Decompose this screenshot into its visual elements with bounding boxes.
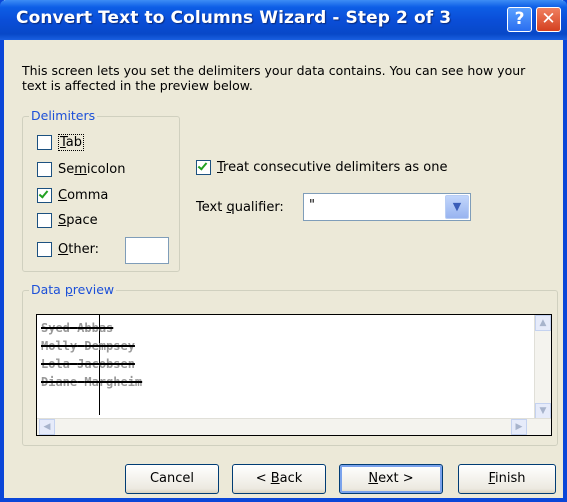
other-delimiter-input[interactable]: [125, 237, 169, 264]
text-qualifier-label: Text qualifier:: [196, 200, 284, 215]
consecutive-checkbox[interactable]: [196, 160, 211, 175]
chevron-down-icon[interactable]: ▼: [445, 195, 469, 219]
scroll-down-icon[interactable]: ▼: [535, 403, 551, 419]
tab-checkbox-row[interactable]: Tab: [37, 134, 85, 151]
back-button[interactable]: < Back: [232, 464, 326, 494]
dialog-title: Convert Text to Columns Wizard - Step 2 …: [16, 8, 452, 28]
text-qualifier-value: ": [309, 198, 315, 213]
other-label: Other:: [58, 242, 100, 257]
semicolon-checkbox-row[interactable]: Semicolon: [37, 162, 125, 177]
other-checkbox[interactable]: [37, 242, 52, 257]
cancel-button[interactable]: Cancel: [125, 464, 219, 494]
consecutive-label: Treat consecutive delimiters as one: [217, 160, 448, 175]
checkmark-icon: [197, 160, 208, 171]
scroll-left-icon[interactable]: ◀: [39, 419, 55, 435]
semicolon-label: Semicolon: [58, 162, 126, 177]
comma-checkbox-row[interactable]: Comma: [37, 188, 108, 203]
preview-row: Diane Margheim: [41, 375, 143, 389]
space-checkbox-row[interactable]: Space: [37, 213, 98, 228]
next-button[interactable]: Next >: [339, 464, 443, 494]
text-qualifier-select[interactable]: " ▼: [303, 193, 471, 221]
tab-label: Tab: [58, 134, 85, 151]
scroll-up-icon[interactable]: ▲: [535, 315, 551, 331]
title-bar[interactable]: Convert Text to Columns Wizard - Step 2 …: [0, 0, 567, 40]
preview-row: Syed Abbas: [41, 321, 114, 335]
space-checkbox[interactable]: [37, 213, 52, 228]
data-preview-label: Data preview: [29, 282, 117, 297]
scroll-right-icon[interactable]: ▶: [511, 419, 527, 435]
space-label: Space: [58, 213, 98, 228]
close-button[interactable]: ✕: [536, 7, 561, 32]
help-button[interactable]: ?: [507, 7, 532, 32]
comma-checkbox[interactable]: [37, 188, 52, 203]
data-preview-pane[interactable]: Syed Abbas Molly Dempsey Lola Jacobsen D…: [36, 314, 552, 436]
tab-checkbox[interactable]: [37, 135, 52, 150]
preview-row: Lola Jacobsen: [41, 357, 135, 371]
instructions-text: This screen lets you set the delimiters …: [22, 63, 526, 93]
preview-row: Molly Dempsey: [41, 339, 135, 353]
finish-button[interactable]: Finish: [458, 464, 556, 494]
semicolon-checkbox[interactable]: [37, 162, 52, 177]
vertical-scrollbar[interactable]: ▲ ▼: [534, 315, 551, 420]
checkmark-icon: [38, 188, 49, 199]
delimiters-group-label: Delimiters: [29, 108, 98, 123]
other-checkbox-row[interactable]: Other:: [37, 242, 99, 257]
comma-label: Comma: [58, 188, 109, 203]
consecutive-checkbox-row[interactable]: Treat consecutive delimiters as one: [196, 160, 447, 175]
horizontal-scrollbar[interactable]: ◀ ▶: [37, 418, 551, 435]
